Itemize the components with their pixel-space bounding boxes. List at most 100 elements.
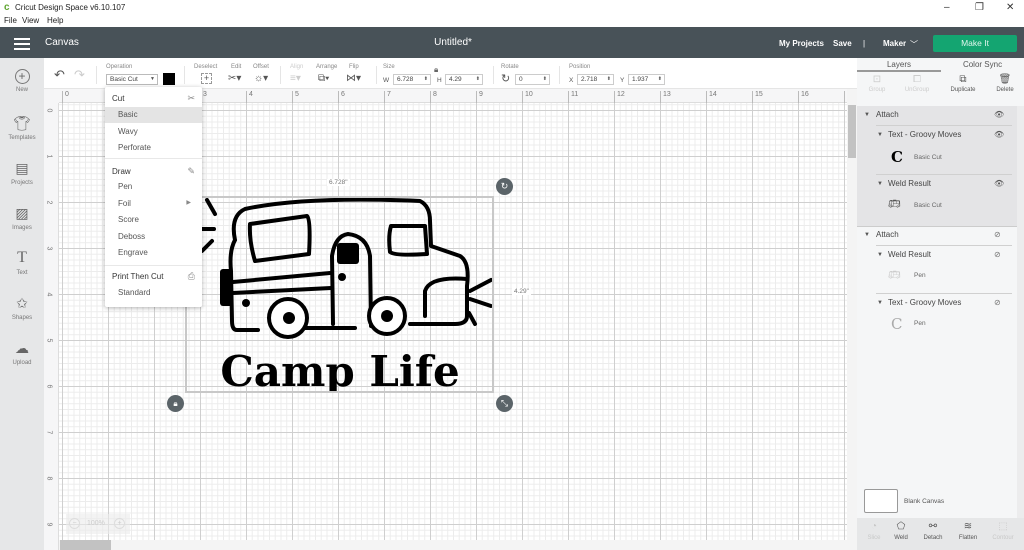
nav-new[interactable]: + New	[0, 69, 44, 93]
nav-projects[interactable]: ▤ Projects	[0, 159, 44, 186]
flip-icon[interactable]: ⋈▾	[346, 73, 361, 84]
collapse-arrow-icon[interactable]: ▼	[864, 112, 870, 118]
delete-button[interactable]: 🗑︎ Delete	[985, 74, 1024, 93]
menu-item-perforate[interactable]: Perforate	[105, 140, 202, 156]
collapse-arrow-icon[interactable]: ▼	[864, 232, 870, 238]
cricut-logo-icon: c	[4, 2, 10, 13]
height-input[interactable]: 4.29 ⬍	[445, 74, 483, 85]
menu-item-wavy[interactable]: Wavy	[105, 124, 202, 140]
edit-toolbar: ↶ ↷ Operation Basic Cut ▼ Deselect + Edi…	[44, 58, 857, 89]
restore-button[interactable]: ❐	[975, 2, 984, 13]
menu-item-engrave[interactable]: Engrave	[105, 245, 202, 261]
eye-hidden-icon[interactable]: ⊘	[994, 230, 1001, 239]
y-position-input[interactable]: 1.937 ⬍	[628, 74, 665, 85]
collapse-arrow-icon[interactable]: ▼	[877, 181, 883, 187]
spinner-icon[interactable]: ⬍	[424, 75, 428, 84]
operation-color-swatch[interactable]	[163, 73, 175, 85]
x-prefix: X	[569, 77, 574, 84]
eye-visible-icon[interactable]: 👁︎	[994, 110, 1004, 119]
close-button[interactable]: ✕	[1006, 2, 1014, 13]
layer-group-attach-1[interactable]: ▼ Attach 👁︎ ▼ Text - Groovy Moves 👁︎ C B…	[857, 106, 1017, 226]
align-icon[interactable]: ≡▾	[290, 73, 301, 84]
collapse-arrow-icon[interactable]: ▼	[877, 252, 883, 258]
menu-view[interactable]: View	[22, 16, 39, 25]
x-position-input[interactable]: 2.718 ⬍	[577, 74, 614, 85]
spinner-icon[interactable]: ⬍	[543, 75, 547, 84]
edit-scissors-icon[interactable]: ✂▾	[228, 73, 241, 84]
menu-item-deboss[interactable]: Deboss	[105, 229, 202, 245]
group-button[interactable]: ⊡ Group	[857, 74, 897, 93]
toolbar-divider	[280, 66, 281, 84]
detach-button[interactable]: ⚯ Detach	[916, 521, 950, 541]
zoom-in-icon[interactable]: +	[114, 518, 125, 529]
eye-hidden-icon[interactable]: ⊘	[994, 250, 1001, 259]
save-link[interactable]: Save	[833, 39, 852, 48]
tab-layers[interactable]: Layers	[857, 58, 941, 72]
collapse-arrow-icon[interactable]: ▼	[877, 132, 883, 138]
menu-file[interactable]: File	[4, 16, 17, 25]
nav-text[interactable]: T Text	[0, 249, 44, 276]
selection-bounding-box[interactable]	[185, 196, 494, 393]
layer-group-attach-2[interactable]: ▼ Attach ⊘ ▼ Weld Result ⊘ 🚌︎ Pen ▼ Text…	[857, 226, 1017, 341]
chevron-down-icon[interactable]: ﹀	[910, 39, 918, 50]
nav-shapes[interactable]: ✩ Shapes	[0, 294, 44, 321]
ruler-label: 5	[292, 91, 299, 103]
nav-images[interactable]: ▨ Images	[0, 204, 44, 231]
layer-operation: Pen	[914, 272, 926, 279]
printer-icon: ⎙	[187, 271, 195, 281]
toolbar-divider	[96, 66, 97, 84]
nav-templates[interactable]: 👕︎ Templates	[0, 114, 44, 141]
app-header: Canvas Untitled* My Projects Save | Make…	[0, 27, 1024, 58]
spinner-icon[interactable]: ⬍	[476, 75, 480, 84]
lock-handle-icon[interactable]: 🔒︎	[167, 395, 184, 412]
machine-select[interactable]: Maker	[883, 39, 906, 48]
layer-operation: Pen	[914, 320, 926, 327]
weld-button[interactable]: ⬠ Weld	[884, 521, 918, 541]
resize-handle-icon[interactable]: ⤡	[496, 395, 513, 412]
flatten-button[interactable]: ≋ Flatten	[951, 521, 985, 541]
spinner-icon[interactable]: ⬍	[658, 75, 662, 84]
minimize-button[interactable]: –	[944, 2, 950, 13]
scrollbar-thumb[interactable]	[60, 540, 111, 550]
collapse-arrow-icon[interactable]: ▼	[877, 300, 883, 306]
arrange-icon[interactable]: ⧉▾	[318, 73, 329, 84]
my-projects-link[interactable]: My Projects	[779, 39, 824, 48]
blank-canvas-swatch[interactable]	[864, 489, 898, 513]
ruler-label: 9	[476, 91, 483, 103]
canvas-horizontal-scrollbar[interactable]	[59, 540, 847, 550]
spinner-icon[interactable]: ⬍	[607, 75, 611, 84]
undo-icon[interactable]: ↶	[54, 67, 65, 83]
scrollbar-thumb[interactable]	[848, 105, 856, 158]
menu-item-standard[interactable]: Standard	[105, 285, 202, 301]
offset-icon[interactable]: ☼▾	[254, 73, 268, 84]
duplicate-button[interactable]: ⧉ Duplicate	[943, 74, 983, 93]
layers-scrollbar[interactable]	[1017, 106, 1024, 536]
ungroup-button[interactable]: ⧠ UnGroup	[897, 74, 937, 93]
redo-icon[interactable]: ↷	[74, 67, 85, 83]
selection-width-label: 6.728"	[327, 179, 350, 186]
y-value: 1.937	[632, 76, 649, 83]
ruler-label: 2	[45, 200, 53, 205]
tab-color-sync[interactable]: Color Sync	[941, 58, 1024, 72]
eye-visible-icon[interactable]: 👁︎	[994, 179, 1004, 188]
menu-item-basic[interactable]: Basic	[105, 107, 202, 123]
rotate-handle-icon[interactable]: ↻	[496, 178, 513, 195]
layer-divider	[876, 174, 1012, 175]
ruler-label: 10	[522, 91, 533, 103]
eye-visible-icon[interactable]: 👁︎	[994, 130, 1004, 139]
eye-hidden-icon[interactable]: ⊘	[994, 298, 1001, 307]
nav-upload[interactable]: ☁ Upload	[0, 339, 44, 366]
width-input[interactable]: 6.728 ⬍	[393, 74, 431, 85]
deselect-icon[interactable]: +	[201, 73, 212, 84]
canvas-vertical-scrollbar[interactable]	[847, 89, 857, 550]
menu-item-score[interactable]: Score	[105, 212, 202, 228]
lock-aspect-icon[interactable]: 🔒︎	[434, 65, 438, 75]
menu-help[interactable]: Help	[47, 16, 63, 25]
contour-button[interactable]: ⬚ Contour	[986, 521, 1020, 541]
zoom-out-icon[interactable]: −	[69, 518, 80, 529]
make-it-button[interactable]: Make It	[933, 35, 1017, 52]
rotate-input[interactable]: 0 ⬍	[515, 74, 550, 85]
operation-dropdown-menu: Cut ✂ Basic Wavy Perforate Draw ✎ Pen Fo…	[105, 87, 202, 307]
menu-item-pen[interactable]: Pen	[105, 179, 202, 195]
operation-select[interactable]: Basic Cut ▼	[106, 74, 158, 85]
